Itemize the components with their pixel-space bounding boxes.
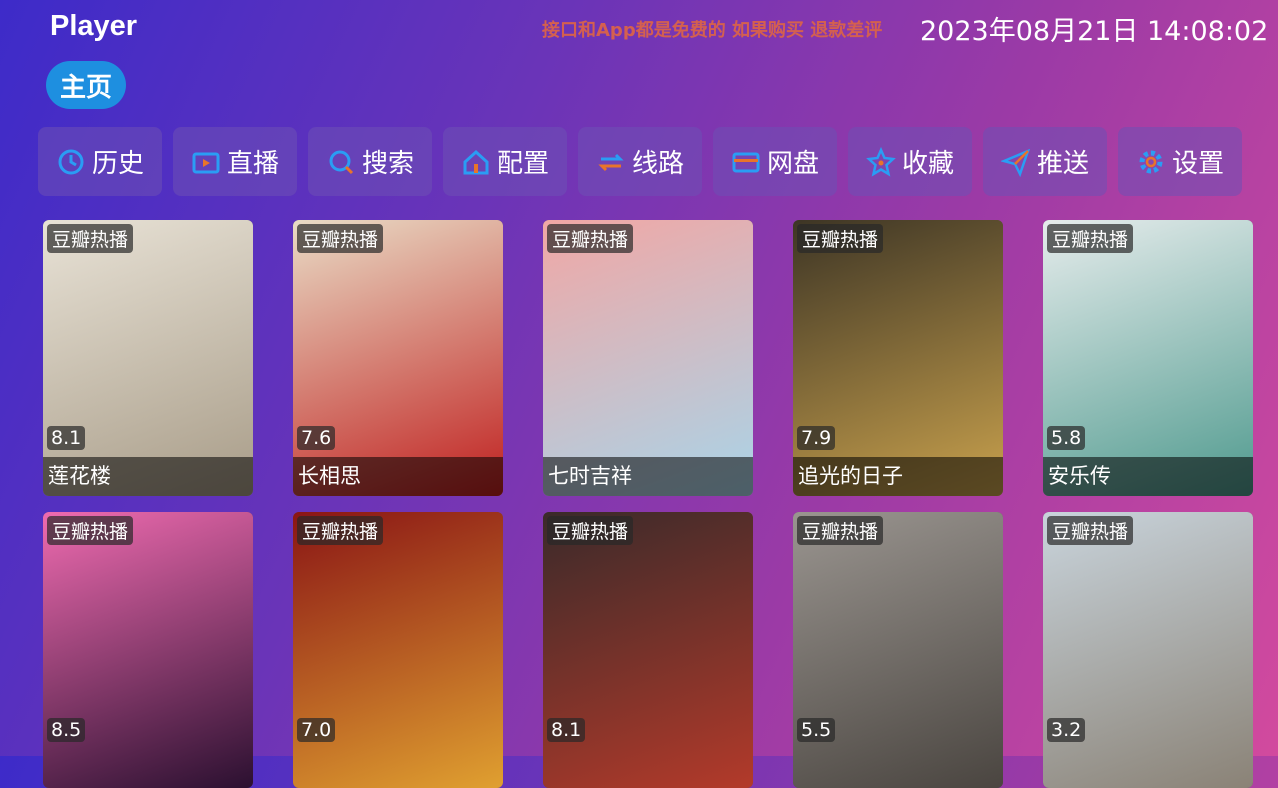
rating-badge: 8.5: [47, 718, 86, 742]
config-label: 配置: [496, 149, 549, 179]
search-icon: [329, 150, 354, 174]
star-icon: [866, 146, 896, 177]
config-button[interactable]: 配置: [443, 127, 567, 196]
video-grid: 豆瓣热播 8.1 莲花楼 豆瓣热播 7.6 长相思 豆瓣热播 七时吉祥 豆瓣热播 7.9 追光的日子…: [43, 220, 1253, 788]
push-button[interactable]: 推送: [983, 127, 1107, 196]
video-card[interactable]: 豆瓣热播 8.1 莲花楼: [43, 220, 253, 496]
rating-badge: 8.1: [547, 718, 586, 742]
douban-tag: 豆瓣热播: [797, 224, 884, 253]
video-card[interactable]: 豆瓣热播 7.9 追光的日子: [793, 220, 1003, 496]
video-card[interactable]: 豆瓣热播 5.5: [793, 512, 1003, 788]
video-title: 七时吉祥: [543, 457, 753, 496]
video-card[interactable]: 豆瓣热播七时吉祥: [543, 220, 753, 496]
history-icon: [58, 149, 84, 174]
settings-label: 设置: [1171, 149, 1224, 179]
douban-tag: 豆瓣热播: [1047, 516, 1134, 545]
rating-badge: 7.9: [797, 426, 836, 450]
clock: 2023年08月21日 14:08:02: [920, 16, 1269, 47]
poster-image: [43, 512, 253, 788]
send-icon: [1000, 148, 1031, 177]
video-title: 追光的日子: [793, 457, 1003, 496]
search-label: 搜索: [361, 149, 414, 179]
tab-home[interactable]: 主页: [46, 61, 126, 109]
live-button[interactable]: 直播: [173, 127, 297, 196]
rating-badge: 3.2: [1047, 718, 1086, 742]
app-title: Player: [50, 10, 138, 42]
douban-tag: 豆瓣热播: [47, 516, 134, 545]
poster-image: [43, 220, 253, 496]
push-label: 推送: [1036, 149, 1089, 179]
route-label: 线路: [631, 149, 684, 179]
douban-tag: 豆瓣热播: [297, 516, 384, 545]
douban-tag: 豆瓣热播: [297, 224, 384, 253]
favorites-button[interactable]: 收藏: [848, 127, 972, 196]
settings-button[interactable]: 设置: [1118, 127, 1242, 196]
favorites-label: 收藏: [901, 149, 954, 179]
live-label: 直播: [226, 149, 279, 179]
video-card[interactable]: 豆瓣热播 8.5: [43, 512, 253, 788]
douban-tag: 豆瓣热播: [797, 516, 884, 545]
rating-badge: 7.6: [297, 426, 336, 450]
douban-tag: 豆瓣热播: [47, 224, 134, 253]
poster-image: [1043, 220, 1253, 496]
gear-icon: [1139, 150, 1163, 173]
video-card[interactable]: 豆瓣热播 5.8 安乐传: [1043, 220, 1253, 496]
tv-icon: [192, 152, 220, 173]
video-title: 安乐传: [1043, 457, 1253, 496]
video-card[interactable]: 豆瓣热播 8.1: [543, 512, 753, 788]
video-card[interactable]: 豆瓣热播 7.0: [293, 512, 503, 788]
video-title: 莲花楼: [43, 457, 253, 496]
poster-image: [293, 220, 503, 496]
poster-image: [543, 512, 753, 788]
video-card[interactable]: 豆瓣热播 7.6 长相思: [293, 220, 503, 496]
poster-image: [793, 512, 1003, 788]
rating-badge: 7.0: [297, 718, 336, 742]
douban-tag: 豆瓣热播: [1047, 224, 1134, 253]
route-button[interactable]: 线路: [578, 127, 702, 196]
card-icon: [732, 152, 760, 172]
notice-text: 接口和App都是免费的 如果购买 退款差评: [542, 20, 883, 41]
poster-image: [1043, 512, 1253, 788]
rating-badge: 5.5: [797, 718, 836, 742]
history-label: 历史: [91, 149, 144, 179]
rating-badge: 8.1: [47, 426, 86, 450]
poster-image: [293, 512, 503, 788]
search-button[interactable]: 搜索: [308, 127, 432, 196]
rating-badge: 5.8: [1047, 426, 1086, 450]
netdisk-button[interactable]: 网盘: [713, 127, 837, 196]
video-card[interactable]: 豆瓣热播 3.2: [1043, 512, 1253, 788]
home-config-icon: [463, 149, 489, 174]
netdisk-label: 网盘: [766, 149, 819, 179]
poster-image: [793, 220, 1003, 496]
douban-tag: 豆瓣热播: [547, 516, 634, 545]
toolbar: 历史 直播 搜索 配置 线路 网盘 收藏 推送 设置: [38, 127, 1242, 196]
douban-tag: 豆瓣热播: [547, 224, 634, 253]
poster-image: [543, 220, 753, 496]
route-icon: [598, 153, 624, 171]
video-title: 长相思: [293, 457, 503, 496]
history-button[interactable]: 历史: [38, 127, 162, 196]
